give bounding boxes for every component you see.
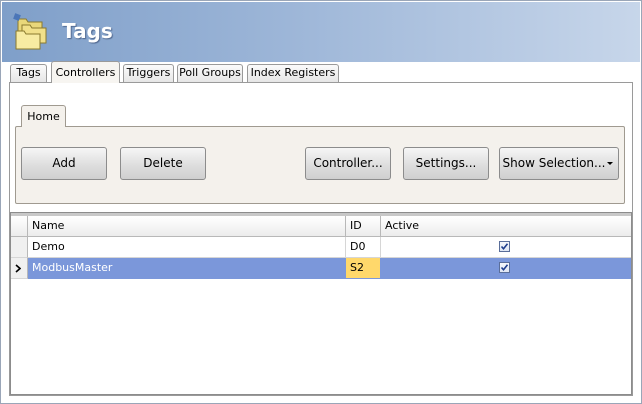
table-row[interactable]: ModbusMaster S2 bbox=[11, 258, 631, 279]
page-title: Tags bbox=[62, 19, 113, 43]
show-selection-label: Show Selection... bbox=[502, 156, 606, 170]
row-header[interactable] bbox=[11, 258, 28, 279]
controllers-window: Tags Tags Controllers Triggers Poll Grou… bbox=[0, 0, 642, 404]
tab-controllers[interactable]: Controllers bbox=[51, 61, 120, 83]
ribbon-toolbar: Add Delete Controller... Settings... Sho… bbox=[15, 126, 625, 204]
tab-triggers[interactable]: Triggers bbox=[123, 64, 174, 82]
cell-active[interactable] bbox=[381, 237, 631, 258]
ribbon-tab-home[interactable]: Home bbox=[21, 105, 66, 127]
controllers-grid: Name ID Active Demo D0 ModbusMaster S2 bbox=[10, 212, 632, 395]
cell-id[interactable]: D0 bbox=[346, 237, 381, 258]
tab-tags[interactable]: Tags bbox=[10, 64, 47, 82]
cell-active[interactable] bbox=[381, 258, 631, 279]
chevron-down-icon[interactable] bbox=[607, 162, 613, 165]
controllers-panel: Home Add Delete Controller... Settings..… bbox=[9, 82, 633, 396]
cell-name[interactable]: Demo bbox=[28, 237, 346, 258]
current-row-arrow-icon bbox=[15, 264, 21, 273]
header-band: Tags bbox=[2, 2, 640, 62]
settings-button[interactable]: Settings... bbox=[403, 147, 489, 180]
table-row[interactable]: Demo D0 bbox=[11, 237, 631, 258]
controller-button[interactable]: Controller... bbox=[305, 147, 391, 180]
tab-index-registers[interactable]: Index Registers bbox=[247, 64, 339, 82]
cell-name[interactable]: ModbusMaster bbox=[28, 258, 346, 279]
folders-icon bbox=[12, 13, 52, 51]
cell-id[interactable]: S2 bbox=[346, 258, 381, 279]
active-checkbox[interactable] bbox=[499, 262, 510, 273]
checkmark-icon bbox=[500, 264, 509, 272]
column-header-active[interactable]: Active bbox=[381, 216, 631, 237]
row-header-corner bbox=[11, 216, 28, 237]
add-button[interactable]: Add bbox=[21, 147, 107, 180]
tab-poll-groups[interactable]: Poll Groups bbox=[177, 64, 243, 82]
column-header-name[interactable]: Name bbox=[28, 216, 346, 237]
active-checkbox[interactable] bbox=[499, 241, 510, 252]
show-selection-button[interactable]: Show Selection... bbox=[499, 147, 619, 180]
checkmark-icon bbox=[500, 243, 509, 251]
column-header-id[interactable]: ID bbox=[346, 216, 381, 237]
delete-button[interactable]: Delete bbox=[120, 147, 206, 180]
row-header[interactable] bbox=[11, 237, 28, 258]
